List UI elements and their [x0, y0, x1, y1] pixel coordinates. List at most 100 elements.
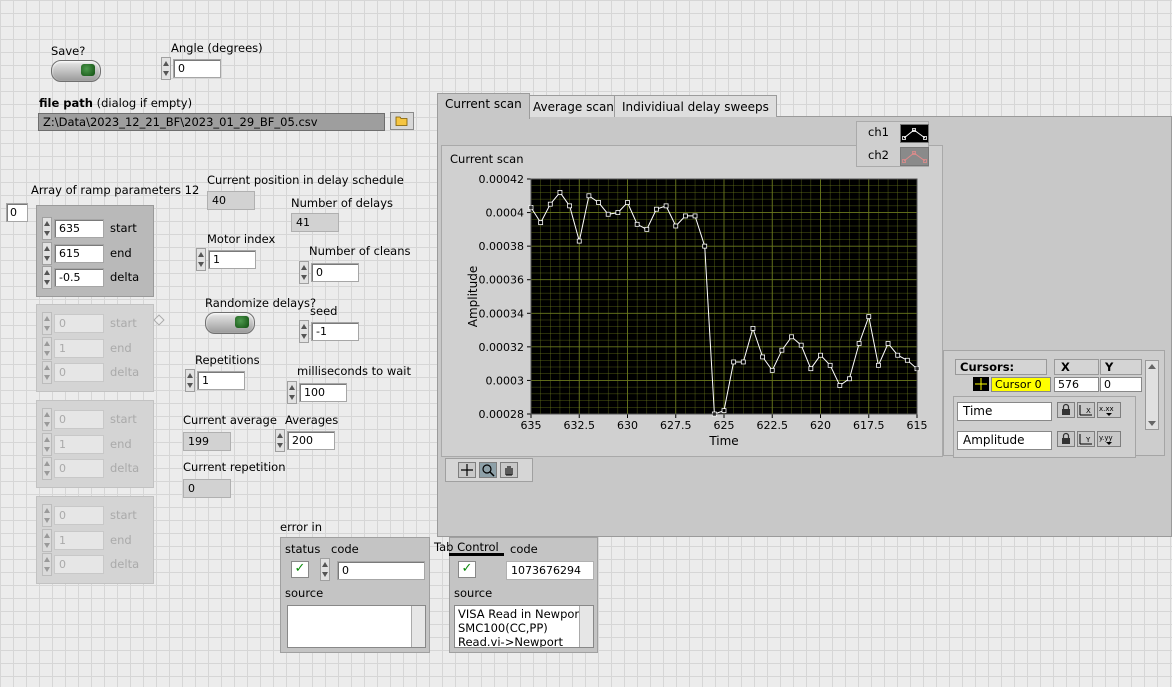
end-input[interactable]: 615 — [54, 244, 104, 263]
delta-label: delta — [110, 270, 140, 284]
start-spinner[interactable] — [42, 217, 52, 240]
waveform-graph[interactable]: 635 632.5 630 627.5 625 622.5 620 617.5 6150.000… — [444, 165, 940, 455]
motor-index-spinner[interactable] — [196, 248, 206, 271]
save-toggle[interactable] — [51, 60, 101, 82]
num-cleans-spinner[interactable] — [299, 261, 309, 284]
delta-spinner[interactable] — [42, 266, 52, 289]
ms-wait-spinner[interactable] — [287, 381, 297, 404]
error-in-code-input[interactable]: 0 — [337, 561, 425, 580]
averages-input[interactable]: 200 — [287, 431, 335, 450]
cursor-name[interactable]: Cursor 0 — [991, 377, 1051, 392]
start-input[interactable]: 635 — [54, 219, 104, 238]
zoom-tool-button[interactable] — [479, 462, 497, 478]
error-in-source-scrollbar[interactable] — [411, 606, 425, 647]
hand-icon — [505, 466, 513, 476]
cursor-x-value[interactable]: 576 — [1054, 377, 1099, 392]
tab-average-scan[interactable]: Average scan — [525, 95, 622, 117]
seed-label: seed — [310, 304, 338, 318]
start-spinner[interactable] — [42, 408, 52, 431]
end-spinner[interactable] — [42, 242, 52, 265]
lock-icon — [1062, 432, 1070, 444]
error-in-status-label: status — [285, 542, 321, 556]
num-cleans-input[interactable]: 0 — [311, 263, 359, 282]
tab-control-label-underline — [449, 553, 504, 556]
end-spinner[interactable] — [42, 433, 52, 456]
x-format-button[interactable]: x.xx — [1097, 402, 1121, 418]
delta-spinner[interactable] — [42, 361, 52, 384]
end-label: end — [110, 246, 132, 260]
delta-input[interactable]: -0.5 — [54, 268, 104, 287]
y-autoscale-button[interactable]: Y — [1077, 431, 1095, 447]
pan-tool-button[interactable] — [500, 462, 518, 478]
delta-spinner[interactable] — [42, 457, 52, 480]
cursor-scrollbar[interactable] — [1145, 360, 1159, 430]
ch2-plot-style-icon[interactable] — [900, 147, 929, 166]
delta-input[interactable]: 0 — [54, 363, 104, 382]
array-index-input[interactable]: 0 — [6, 203, 28, 222]
randomize-toggle[interactable] — [205, 312, 255, 334]
x-tick-label: 630 — [617, 419, 638, 432]
data-point — [596, 200, 601, 205]
svg-text:X: X — [1086, 407, 1091, 415]
data-point — [808, 366, 814, 372]
end-spinner[interactable] — [42, 529, 52, 552]
angle-spinner[interactable] — [161, 57, 171, 80]
error-out-source-scrollbar[interactable] — [579, 606, 593, 647]
repetitions-input[interactable]: 1 — [197, 371, 245, 390]
ms-wait-input[interactable]: 100 — [299, 383, 347, 402]
x-tick-label: 632.5 — [564, 419, 596, 432]
randomize-led-icon — [235, 316, 249, 328]
y-tick-label: 0.00036 — [479, 274, 525, 287]
end-spinner[interactable] — [42, 337, 52, 360]
x-autoscale-button[interactable]: X — [1077, 402, 1095, 418]
y-lock-button[interactable] — [1057, 431, 1075, 447]
tab-individual-delay-sweeps[interactable]: Individiual delay sweeps — [614, 95, 777, 117]
end-input[interactable]: 1 — [54, 531, 104, 550]
repetitions-spinner[interactable] — [185, 369, 195, 392]
data-point — [904, 357, 910, 363]
motor-index-input[interactable]: 1 — [208, 250, 256, 269]
file-path-input[interactable]: Z:\Data\2023_12_21_BF\2023_01_29_BF_05.c… — [38, 113, 385, 131]
x-lock-button[interactable] — [1057, 402, 1075, 418]
delta-input[interactable]: 0 — [54, 555, 104, 574]
data-point — [654, 206, 659, 212]
cursor-style-icon[interactable] — [973, 377, 989, 391]
end-input[interactable]: 1 — [54, 339, 104, 358]
motor-index-label: Motor index — [207, 232, 276, 246]
seed-spinner[interactable] — [299, 320, 309, 343]
y-tick-label: 0.0003 — [486, 374, 525, 387]
start-input[interactable]: 0 — [54, 314, 104, 333]
start-input[interactable]: 0 — [54, 410, 104, 429]
start-spinner[interactable] — [42, 312, 52, 335]
ch1-plot-style-icon[interactable] — [900, 124, 929, 143]
end-label: end — [110, 437, 132, 451]
folder-icon — [395, 116, 408, 126]
randomize-label: Randomize delays? — [205, 296, 317, 310]
data-point — [702, 243, 708, 249]
delta-spinner[interactable] — [42, 553, 52, 576]
data-point — [740, 359, 746, 365]
cursor-y-value[interactable]: 0 — [1100, 377, 1142, 392]
start-spinner[interactable] — [42, 504, 52, 527]
error-in-source-input[interactable] — [287, 605, 426, 648]
start-input[interactable]: 0 — [54, 506, 104, 525]
cursor-move-tool-button[interactable] — [458, 462, 476, 478]
angle-input[interactable]: 0 — [173, 59, 221, 78]
y-format-button[interactable]: y.yy — [1097, 431, 1121, 447]
delta-label: delta — [110, 461, 140, 475]
end-input[interactable]: 1 — [54, 435, 104, 454]
browse-folder-button[interactable] — [390, 112, 414, 130]
error-in-status-checkbox[interactable]: ✓ — [291, 561, 309, 578]
delta-input[interactable]: 0 — [54, 459, 104, 478]
seed-input[interactable]: -1 — [311, 322, 359, 341]
error-in-cluster: status code ✓ 0 source — [280, 537, 430, 653]
error-in-source-label: source — [285, 586, 324, 600]
start-label: start — [110, 316, 137, 330]
ms-wait-label: milliseconds to wait — [297, 364, 412, 378]
array-label: Array of ramp parameters 12 — [31, 183, 200, 197]
tab-current-scan[interactable]: Current scan — [437, 93, 530, 119]
averages-spinner[interactable] — [275, 429, 285, 452]
y-tick-label: 0.0004 — [486, 207, 525, 220]
current-repetition-label: Current repetition — [183, 460, 286, 474]
error-in-code-spinner[interactable] — [320, 558, 330, 581]
